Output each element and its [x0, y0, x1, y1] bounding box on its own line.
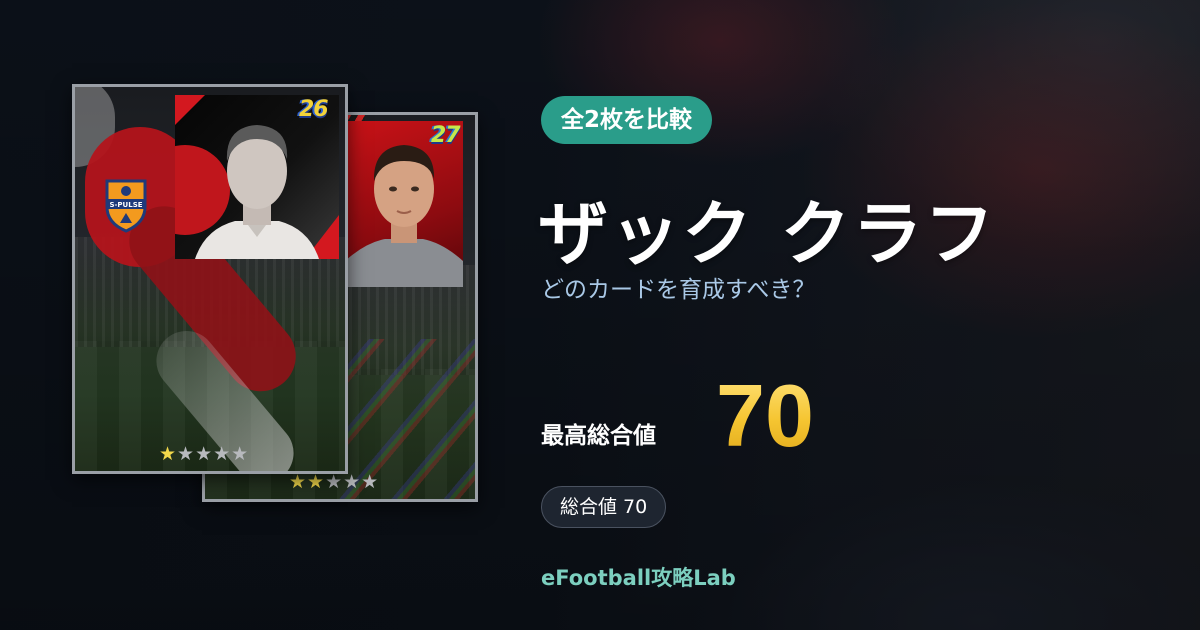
page-subtitle: どのカードを育成すべき？ [541, 277, 816, 303]
site-name[interactable]: eFootball攻略Lab [541, 562, 736, 592]
empty-star-icon: ★★★ [325, 471, 380, 493]
season-badge: 27 [431, 123, 461, 148]
player-name-title: ザック クラフ [538, 193, 997, 275]
player-card-1[interactable]: S-PULSE 26 ★★★★★ [72, 84, 348, 474]
filled-star-icon: ★★ [289, 471, 326, 493]
season-badge: 26 [299, 97, 329, 122]
card-rarity-stars: ★★★★★ [159, 443, 249, 465]
filled-star-icon: ★ [159, 443, 178, 465]
club-badge-icon: S-PULSE [103, 177, 149, 233]
max-overall-label: 最高総合値 [541, 423, 656, 449]
overall-rating-badge: 総合値 70 [541, 486, 667, 528]
club-badge-text: S-PULSE [109, 201, 142, 209]
compare-cards-badge[interactable]: 全2枚を比較 [541, 96, 713, 144]
card-rarity-stars: ★★★★★ [289, 471, 379, 493]
max-overall-value: 70 [716, 366, 814, 465]
empty-star-icon: ★★★★ [177, 443, 250, 465]
